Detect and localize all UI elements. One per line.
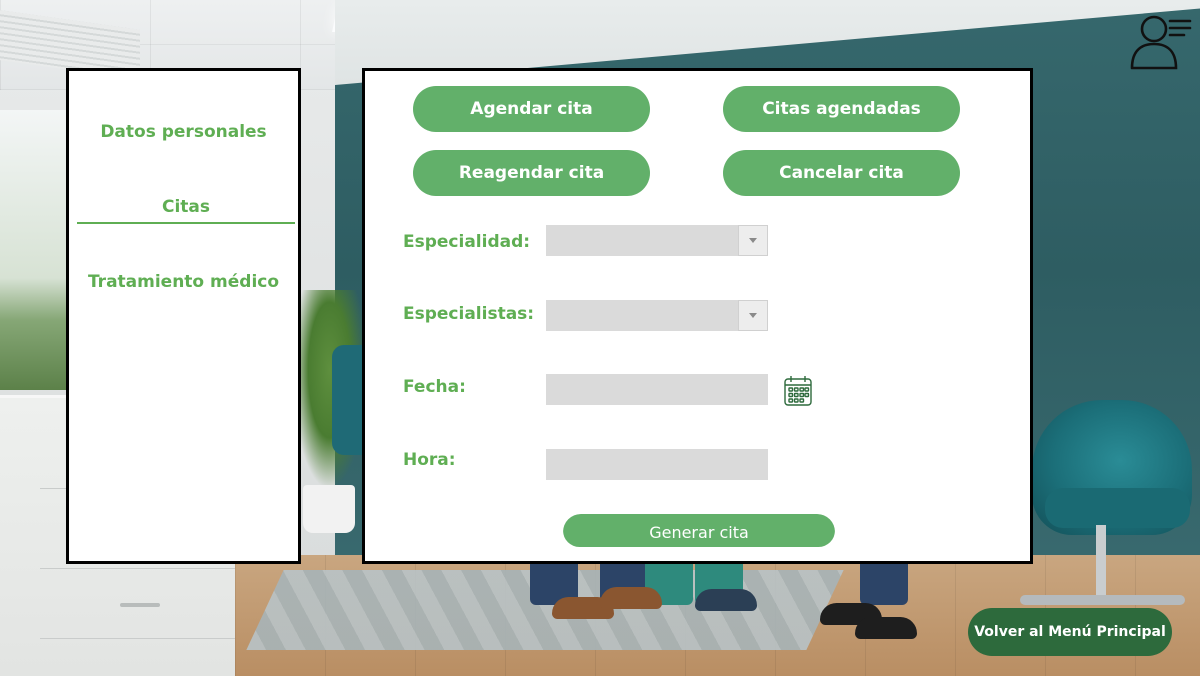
chair-base	[1020, 595, 1185, 605]
time-label: Hora:	[403, 450, 456, 470]
specialty-select[interactable]	[546, 225, 768, 256]
people-legs	[530, 555, 917, 650]
plant-pot	[303, 485, 355, 533]
calendar-icon[interactable]	[783, 374, 813, 407]
sidebar-item-label: Citas	[161, 197, 211, 217]
specialists-label: Especialistas:	[403, 304, 535, 324]
sidebar: Datos personales Citas Tratamiento médic…	[66, 68, 301, 564]
appointments-panel: Agendar cita Citas agendadas Reagendar c…	[362, 68, 1033, 564]
teal-chair-seat	[1045, 488, 1190, 528]
sidebar-item-citas[interactable]: Citas	[77, 197, 295, 224]
user-menu-icon[interactable]	[1126, 12, 1192, 72]
sidebar-item-label: Tratamiento médico	[87, 272, 280, 292]
date-label: Fecha:	[403, 377, 466, 397]
chevron-down-icon[interactable]	[738, 300, 768, 331]
sidebar-item-label: Datos personales	[100, 122, 267, 142]
generate-appointment-button[interactable]: Generar cita	[563, 514, 835, 547]
specialists-select[interactable]	[546, 300, 768, 331]
schedule-appointment-button[interactable]: Agendar cita	[413, 86, 650, 132]
window	[0, 110, 70, 390]
back-to-main-menu-button[interactable]: Volver al Menú Principal	[968, 608, 1172, 656]
teal-chair-left	[332, 345, 362, 455]
shoe	[855, 617, 917, 639]
scheduled-appointments-button[interactable]: Citas agendadas	[723, 86, 960, 132]
specialty-label: Especialidad:	[403, 232, 531, 252]
chair-stem	[1096, 525, 1106, 600]
time-field[interactable]	[546, 449, 768, 480]
cabinet-drawer-line	[40, 638, 235, 639]
date-field[interactable]	[546, 374, 768, 405]
chevron-down-icon[interactable]	[738, 225, 768, 256]
shoe	[695, 589, 757, 611]
cabinet-handle	[120, 603, 160, 607]
cabinet-drawer-line	[40, 568, 235, 569]
reschedule-appointment-button[interactable]: Reagendar cita	[413, 150, 650, 196]
sidebar-item-tratamiento-medico[interactable]: Tratamiento médico	[69, 272, 298, 298]
shoe	[600, 587, 662, 609]
sidebar-item-datos-personales[interactable]: Datos personales	[69, 122, 298, 148]
cancel-appointment-button[interactable]: Cancelar cita	[723, 150, 960, 196]
